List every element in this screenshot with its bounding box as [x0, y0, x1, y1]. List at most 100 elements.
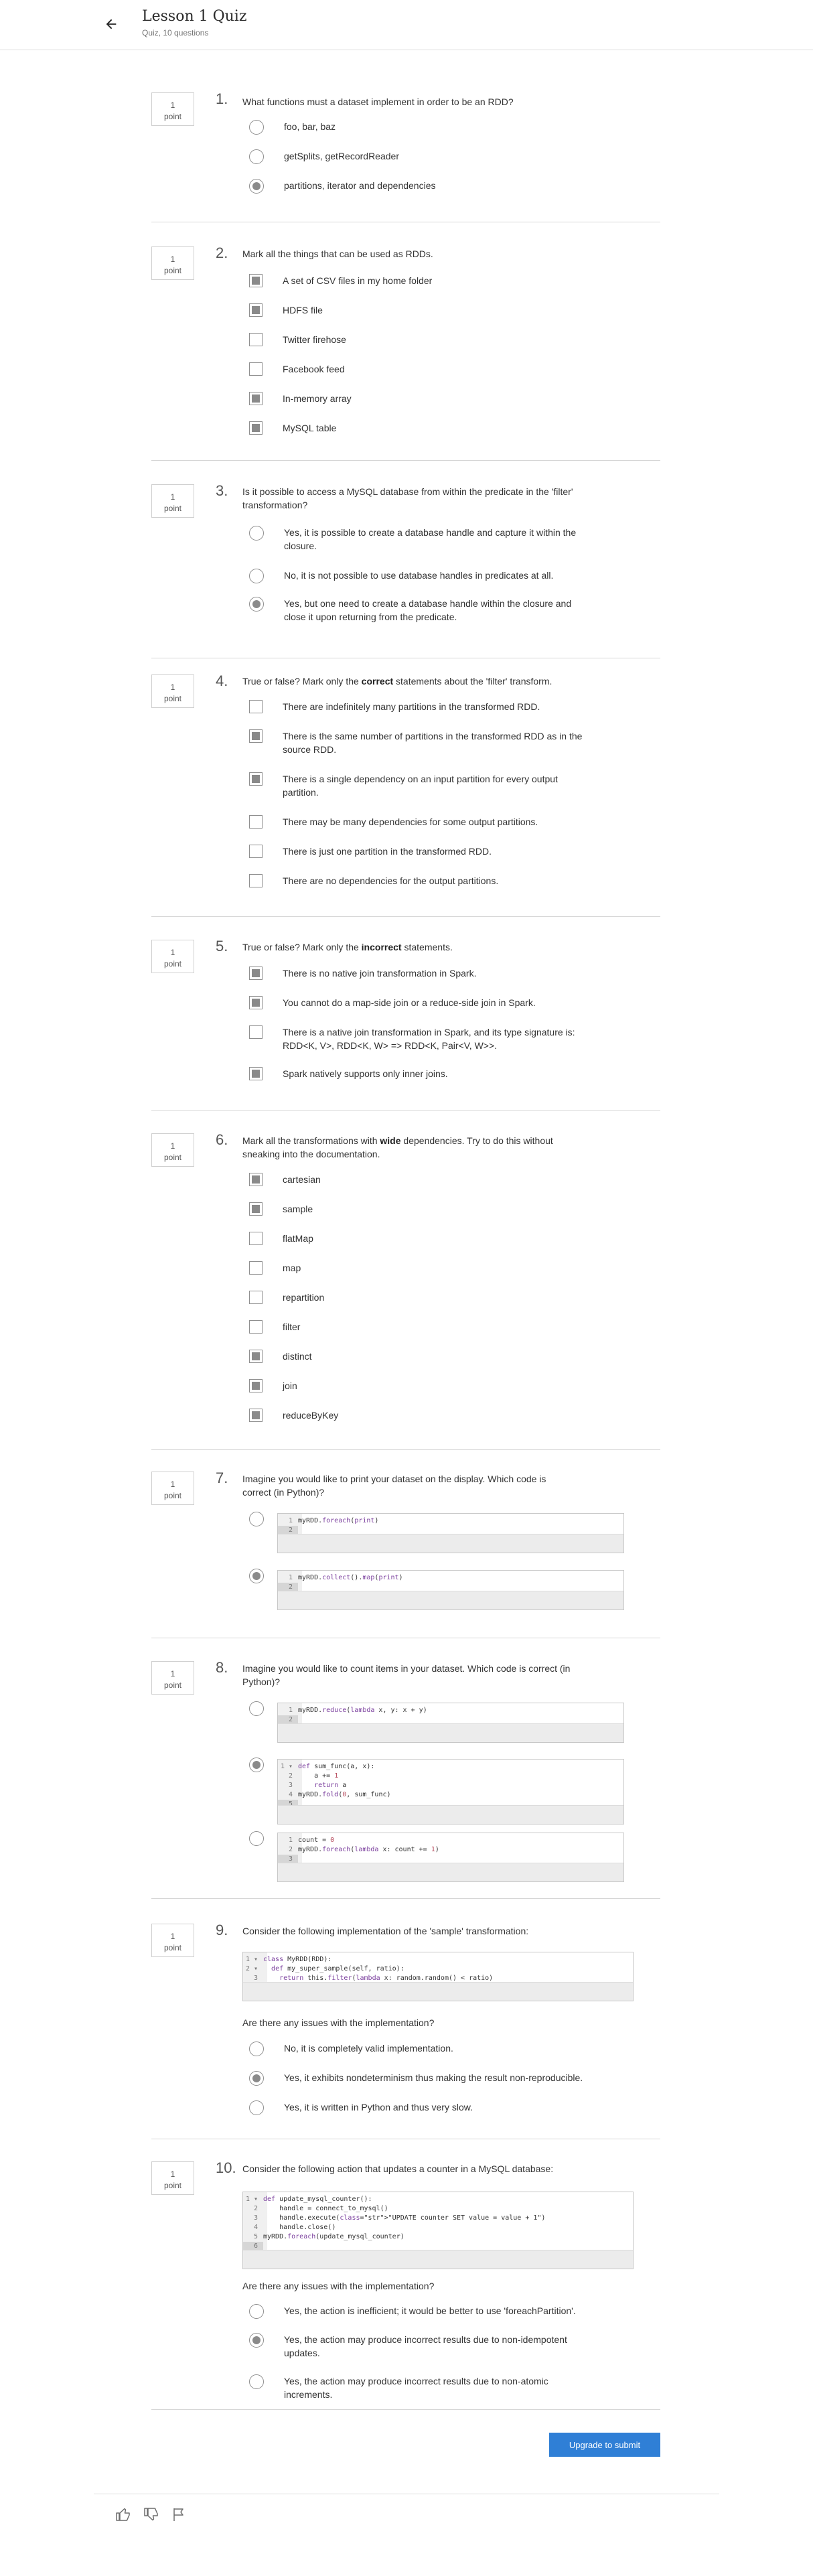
answer-option[interactable]: Facebook feed — [249, 362, 591, 376]
checkbox[interactable] — [249, 815, 263, 829]
radio-button-selected[interactable] — [249, 597, 264, 612]
answer-option[interactable]: There is a native join transformation in… — [249, 1025, 591, 1052]
answer-option[interactable]: Yes, it is written in Python and thus ve… — [249, 2100, 592, 2115]
line-number: 1 — [288, 1707, 293, 1714]
checkbox-checked[interactable] — [249, 967, 263, 980]
radio-button[interactable] — [249, 526, 264, 541]
checkbox-checked[interactable] — [249, 996, 263, 1009]
checkbox[interactable] — [249, 1291, 263, 1304]
checkbox-checked[interactable] — [249, 1350, 263, 1363]
back-button[interactable] — [99, 12, 123, 36]
code-editor[interactable]: 1 ▾ def update_mysql_counter(): 2 handle =… — [242, 2192, 634, 2269]
answer-option[interactable]: join — [249, 1379, 591, 1392]
checkbox[interactable] — [249, 333, 263, 346]
answer-option[interactable]: There is no native join transformation i… — [249, 967, 591, 980]
checkbox-checked[interactable] — [249, 421, 263, 435]
answer-option[interactable]: There may be many dependencies for some … — [249, 815, 591, 829]
answer-option[interactable] — [249, 1831, 264, 1846]
answer-option[interactable]: Spark natively supports only inner joins… — [249, 1067, 591, 1080]
radio-button[interactable] — [249, 2304, 264, 2319]
checkbox-checked[interactable] — [249, 1409, 263, 1422]
radio-button[interactable] — [249, 2374, 264, 2389]
answer-option[interactable]: There is just one partition in the trans… — [249, 845, 591, 858]
checkbox[interactable] — [249, 1261, 263, 1275]
checkbox-checked[interactable] — [249, 1379, 263, 1392]
radio-button-selected[interactable] — [249, 2333, 264, 2348]
answer-option[interactable]: A set of CSV files in my home folder — [249, 274, 591, 287]
upgrade-to-submit-button[interactable]: Upgrade to submit — [549, 2433, 660, 2457]
answer-option[interactable]: HDFS file — [249, 303, 591, 317]
checkbox[interactable] — [249, 1025, 263, 1039]
thumbs-down-icon[interactable] — [143, 2506, 159, 2522]
answer-option[interactable] — [249, 1569, 264, 1583]
answer-option[interactable]: No, it is not possible to use database h… — [249, 569, 592, 583]
code-editor[interactable]: 1 myRDD.foreach(print) 2 — [277, 1513, 624, 1553]
radio-button-selected[interactable] — [249, 1758, 264, 1772]
radio-button[interactable] — [249, 149, 264, 164]
answer-option[interactable]: foo, bar, baz — [249, 120, 592, 135]
answer-option[interactable]: cartesian — [249, 1173, 591, 1186]
answer-option[interactable]: map — [249, 1261, 591, 1275]
answer-option[interactable] — [249, 1512, 264, 1526]
radio-button[interactable] — [249, 1512, 264, 1526]
answer-option[interactable] — [249, 1701, 264, 1716]
checkbox-checked[interactable] — [249, 392, 263, 405]
answer-option[interactable]: flatMap — [249, 1232, 591, 1245]
answer-option[interactable]: There are no dependencies for the output… — [249, 874, 591, 887]
code-line: 1 count = 0 — [278, 1836, 334, 1845]
answer-option[interactable]: No, it is completely valid implementatio… — [249, 2042, 592, 2056]
arrow-left-icon — [106, 19, 117, 29]
radio-button[interactable] — [249, 2100, 264, 2115]
answer-option[interactable]: Yes, the action may produce incorrect re… — [249, 2333, 592, 2360]
answer-option[interactable]: partitions, iterator and dependencies — [249, 179, 592, 194]
answer-option[interactable]: filter — [249, 1320, 591, 1334]
radio-button[interactable] — [249, 1701, 264, 1716]
radio-button-selected[interactable] — [249, 179, 264, 194]
checkbox-checked[interactable] — [249, 772, 263, 786]
answer-option[interactable]: Yes, but one need to create a database h… — [249, 597, 592, 624]
checkbox-checked[interactable] — [249, 1173, 263, 1186]
code-editor[interactable]: 1 myRDD.reduce(lambda x, y: x + y) 2 — [277, 1703, 624, 1743]
radio-button[interactable] — [249, 569, 264, 583]
checkbox-checked[interactable] — [249, 1202, 263, 1216]
checkbox[interactable] — [249, 700, 263, 713]
answer-option[interactable]: There is the same number of partitions i… — [249, 729, 591, 756]
code-editor[interactable]: 1 ▾ def sum_func(a, x): 2 a += 13 return a… — [277, 1759, 624, 1824]
checkbox[interactable] — [249, 362, 263, 376]
code-editor[interactable]: 1 myRDD.collect().map(print) 2 — [277, 1570, 624, 1610]
answer-option[interactable]: MySQL table — [249, 421, 591, 435]
checkbox-checked[interactable] — [249, 303, 263, 317]
checkbox[interactable] — [249, 1320, 263, 1334]
checkbox[interactable] — [249, 874, 263, 887]
answer-option[interactable]: Yes, the action may produce incorrect re… — [249, 2374, 592, 2401]
code-editor[interactable]: 1 count = 0 2 myRDD.foreach(lambda x: count… — [277, 1833, 624, 1882]
checkbox-checked[interactable] — [249, 729, 263, 743]
answer-option[interactable] — [249, 1758, 264, 1772]
radio-button[interactable] — [249, 2042, 264, 2056]
answer-option[interactable]: In-memory array — [249, 392, 591, 405]
flag-icon[interactable] — [171, 2506, 187, 2522]
checkbox[interactable] — [249, 1232, 263, 1245]
radio-button-selected[interactable] — [249, 1569, 264, 1583]
answer-option[interactable]: There is a single dependency on an input… — [249, 772, 591, 799]
radio-button-selected[interactable] — [249, 2071, 264, 2086]
answer-option[interactable]: Yes, it is possible to create a database… — [249, 526, 592, 553]
code-text: class MyRDD(RDD): — [263, 1956, 332, 1963]
answer-option[interactable]: repartition — [249, 1291, 591, 1304]
code-editor[interactable]: 1 ▾ class MyRDD(RDD): 2 ▾ def my_super_sam… — [242, 1952, 634, 2001]
checkbox-checked[interactable] — [249, 274, 263, 287]
answer-option[interactable]: sample — [249, 1202, 591, 1216]
answer-option[interactable]: There are indefinitely many partitions i… — [249, 700, 591, 713]
checkbox-checked[interactable] — [249, 1067, 263, 1080]
answer-option[interactable]: Yes, the action is inefficient; it would… — [249, 2304, 592, 2319]
answer-option[interactable]: You cannot do a map-side join or a reduc… — [249, 996, 591, 1009]
checkbox[interactable] — [249, 845, 263, 858]
answer-option[interactable]: distinct — [249, 1350, 591, 1363]
radio-button[interactable] — [249, 120, 264, 135]
radio-button[interactable] — [249, 1831, 264, 1846]
thumbs-up-icon[interactable] — [115, 2506, 131, 2522]
answer-option[interactable]: getSplits, getRecordReader — [249, 149, 592, 164]
answer-option[interactable]: Twitter firehose — [249, 333, 591, 346]
answer-option[interactable]: Yes, it exhibits nondeterminism thus mak… — [249, 2071, 592, 2086]
answer-option[interactable]: reduceByKey — [249, 1409, 591, 1422]
